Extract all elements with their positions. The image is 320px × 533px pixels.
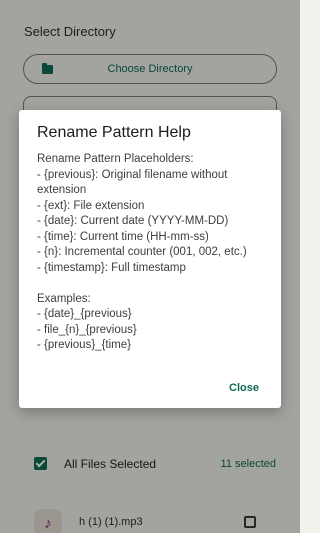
- placeholder-line: - {date}: Current date (YYYY-MM-DD): [37, 215, 229, 227]
- placeholder-line: - {previous}: Original filename without …: [37, 168, 228, 197]
- placeholders-heading: Rename Pattern Placeholders:: [37, 153, 194, 165]
- dialog-body: Rename Pattern Placeholders: - {previous…: [37, 152, 269, 354]
- close-button[interactable]: Close: [229, 382, 259, 394]
- placeholder-line: - {n}: Incremental counter (001, 002, et…: [37, 246, 247, 258]
- examples-heading: Examples:: [37, 292, 91, 305]
- rename-pattern-help-dialog: Rename Pattern Help Rename Pattern Place…: [19, 110, 281, 408]
- example-line: - {date}_{previous}: [37, 308, 132, 320]
- placeholder-line: - {ext}: File extension: [37, 199, 145, 212]
- placeholder-line: - {timestamp}: Full timestamp: [37, 261, 186, 274]
- example-line: - file_{n}_{previous}: [37, 323, 137, 336]
- placeholder-line: - {time}: Current time (HH-mm-ss): [37, 230, 209, 243]
- example-line: - {previous}_{time}: [37, 339, 131, 351]
- dialog-title: Rename Pattern Help: [37, 124, 191, 141]
